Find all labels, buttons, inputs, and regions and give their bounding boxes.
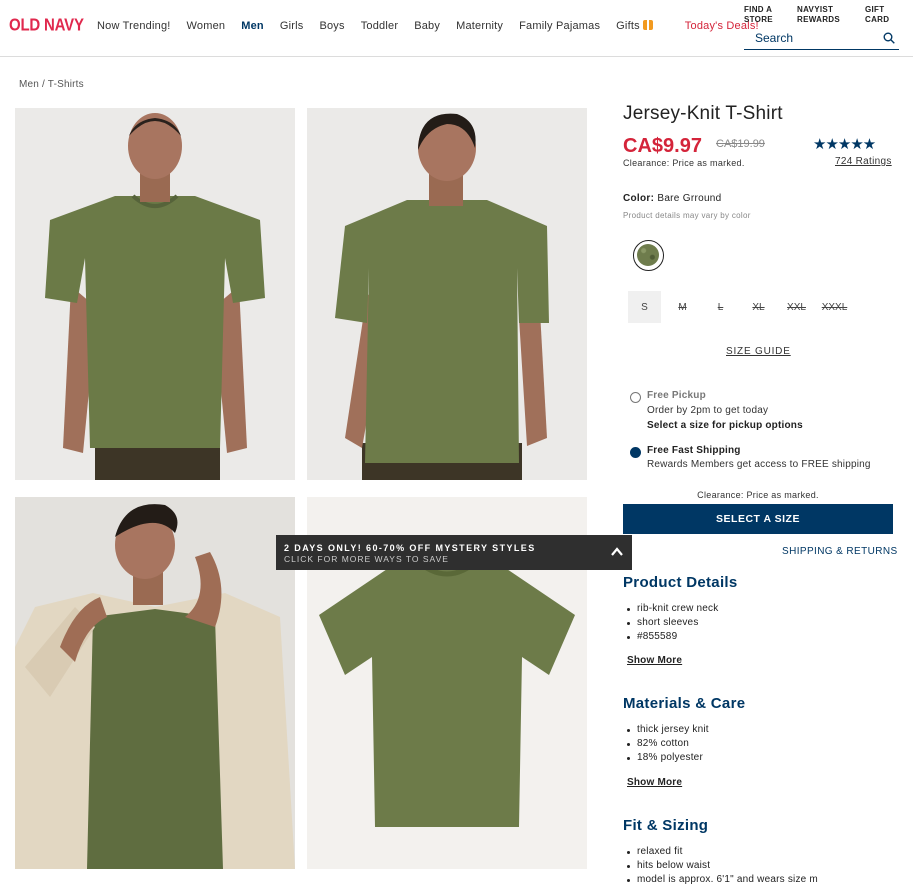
nav-item-maternity[interactable]: Maternity — [456, 20, 503, 32]
detail-item: #855589 — [627, 630, 718, 644]
product-details-title[interactable]: Product Details — [623, 574, 738, 591]
gift-icon — [642, 20, 653, 30]
product-image-lifestyle[interactable] — [15, 497, 295, 869]
promo-subtitle: CLICK FOR MORE WAYS TO SAVE — [284, 554, 449, 564]
original-price: CA$19.99 — [716, 138, 765, 150]
cta-clearance-note: Clearance: Price as marked. — [697, 490, 819, 500]
search-icon[interactable] — [883, 32, 895, 44]
product-image-back[interactable] — [307, 108, 587, 480]
material-item: 82% cotton — [627, 737, 709, 751]
select-size-button[interactable]: SELECT A SIZE — [623, 504, 893, 534]
breadcrumb[interactable]: Men / T-Shirts — [19, 79, 84, 90]
size-option-xxl[interactable]: XXL — [780, 291, 813, 323]
pickup-title: Free Pickup — [647, 390, 706, 401]
shipping-title: Free Fast Shipping — [647, 445, 741, 456]
materials-care-title[interactable]: Materials & Care — [623, 695, 745, 712]
search-input[interactable] — [744, 28, 874, 48]
size-guide-link[interactable]: SIZE GUIDE — [726, 346, 791, 357]
sale-price: CA$9.97 — [623, 135, 702, 157]
nav-item-now-trending[interactable]: Now Trending! — [97, 20, 171, 32]
size-option-xl[interactable]: XL — [742, 291, 775, 323]
color-hint: Product details may vary by color — [623, 211, 751, 220]
material-item: 18% polyester — [627, 751, 709, 765]
find-store-link[interactable]: FIND A STORE — [744, 5, 804, 25]
nav-item-boys[interactable]: Boys — [319, 20, 344, 32]
fit-item: model is approx. 6'1" and wears size m — [627, 873, 818, 887]
color-swatch[interactable] — [633, 240, 664, 271]
find-store-line2: STORE — [744, 15, 773, 24]
nav-label: Now Trending! — [97, 20, 171, 32]
nav-item-toddler[interactable]: Toddler — [361, 20, 398, 32]
shipping-returns-link[interactable]: SHIPPING & RETURNS — [782, 546, 898, 557]
pickup-radio[interactable] — [630, 392, 641, 403]
nav-label: Women — [186, 20, 226, 32]
find-store-line1: FIND A — [744, 5, 773, 14]
nav-item-family-pajamas[interactable]: Family Pajamas — [519, 20, 600, 32]
nav-label: Family Pajamas — [519, 20, 601, 32]
nav-label: Toddler — [360, 20, 399, 32]
pickup-line1: Order by 2pm to get today — [647, 405, 769, 416]
product-title: Jersey-Knit T-Shirt — [623, 103, 783, 124]
shipping-line1: Rewards Members get access to FREE shipp… — [647, 459, 871, 470]
pickup-line2: Select a size for pickup options — [647, 420, 803, 431]
gift-card-line1: GIFT — [865, 5, 885, 14]
nav-item-girls[interactable]: Girls — [280, 20, 304, 32]
fit-list: relaxed fit hits below waist model is appr… — [627, 845, 818, 886]
detail-item: short sleeves — [627, 616, 718, 630]
size-option-xxxl[interactable]: XXXL — [818, 291, 851, 323]
nav-item-baby[interactable]: Baby — [414, 20, 440, 32]
materials-show-more[interactable]: Show More — [627, 777, 682, 788]
chevron-up-icon[interactable] — [610, 545, 624, 559]
site-header: OLD NAVY Now Trending! Women Men Girls Boys T… — [0, 0, 913, 57]
old-navy-logo[interactable]: OLD NAVY — [9, 16, 84, 36]
ratings-link[interactable]: 724 Ratings — [835, 156, 892, 167]
navyist-line1: NAVYIST — [797, 5, 834, 14]
color-label: Color: Bare Grround — [623, 193, 722, 204]
gift-card-link[interactable]: GIFT CARD — [865, 5, 905, 25]
details-show-more[interactable]: Show More — [627, 655, 682, 666]
material-item: thick jersey knit — [627, 723, 709, 737]
search-box — [744, 28, 899, 50]
nav-label: Boys — [319, 20, 345, 32]
promo-banner[interactable]: 2 DAYS ONLY! 60-70% OFF MYSTERY STYLES C… — [276, 535, 632, 570]
promo-title: 2 DAYS ONLY! 60-70% OFF MYSTERY STYLES — [284, 543, 536, 553]
fit-item: hits below waist — [627, 859, 818, 873]
navyist-line2: REWARDS — [797, 15, 840, 24]
size-option-s[interactable]: S — [628, 291, 661, 323]
fit-item: relaxed fit — [627, 845, 818, 859]
size-selector: S M L XL XXL XXXL — [628, 291, 856, 323]
navyist-rewards-link[interactable]: NAVYIST REWARDS — [797, 5, 857, 25]
nav-label: Maternity — [456, 20, 504, 32]
main-nav: Now Trending! Women Men Girls Boys Toddler Bab… — [97, 20, 775, 32]
materials-list: thick jersey knit 82% cotton 18% polyester — [627, 723, 709, 764]
product-details-list: rib-knit crew neck short sleeves #855589 — [627, 602, 718, 643]
nav-label: Girls — [279, 20, 304, 32]
shipping-radio[interactable] — [630, 447, 641, 458]
detail-item: rib-knit crew neck — [627, 602, 718, 616]
star-rating-icon: ★★★★★ — [813, 136, 876, 153]
color-value: Bare Grround — [657, 193, 722, 204]
nav-label: Baby — [414, 20, 441, 32]
product-image-front[interactable] — [15, 108, 295, 480]
nav-item-women[interactable]: Women — [187, 20, 226, 32]
color-label-prefix: Color: — [623, 193, 655, 204]
clearance-note: Clearance: Price as marked. — [623, 158, 745, 168]
size-option-l[interactable]: L — [704, 291, 737, 323]
nav-label: Gifts — [616, 20, 640, 32]
nav-item-gifts[interactable]: Gifts — [616, 20, 669, 32]
gift-card-line2: CARD — [865, 15, 890, 24]
size-option-m[interactable]: M — [666, 291, 699, 323]
fit-sizing-title[interactable]: Fit & Sizing — [623, 817, 708, 834]
nav-label: Men — [241, 20, 264, 32]
nav-item-men[interactable]: Men — [241, 20, 264, 32]
